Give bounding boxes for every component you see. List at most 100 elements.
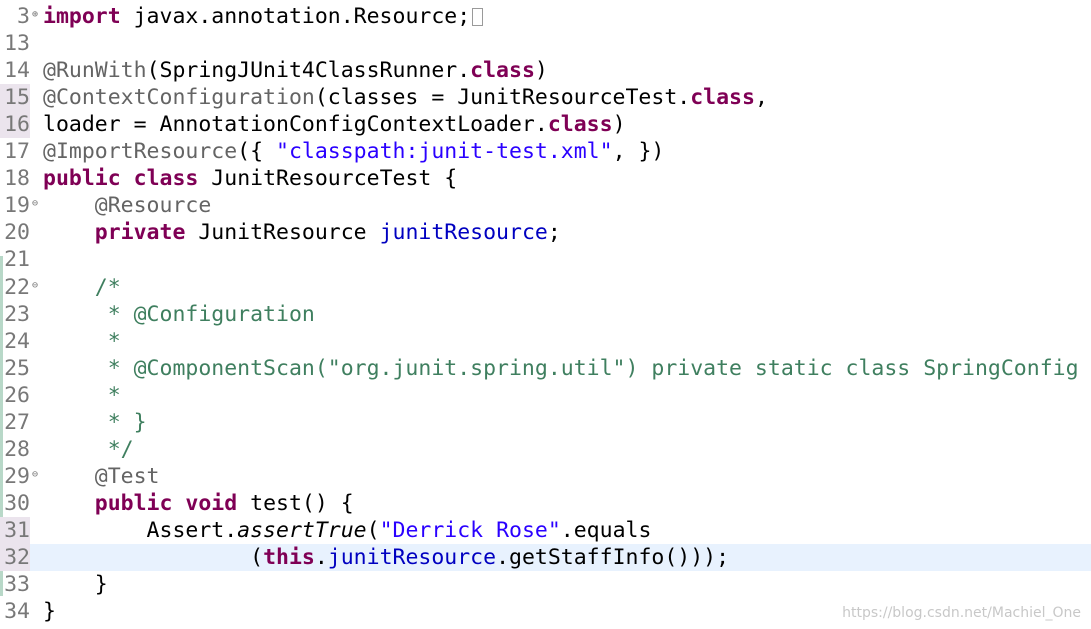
code-token: "classpath:junit-test.xml"	[276, 139, 613, 165]
code-token: assertTrue	[237, 517, 367, 543]
code-line[interactable]: 27 * }	[0, 409, 1091, 436]
code-token: (	[366, 517, 380, 543]
code-token: loader = AnnotationConfigContextLoader.	[43, 112, 548, 138]
line-number: 25	[4, 355, 30, 381]
code-token: class	[470, 58, 535, 84]
line-number: 15	[0, 84, 30, 112]
code-line[interactable]: 33 }	[0, 571, 1091, 598]
collapse-fold-icon[interactable]: ⊖	[30, 192, 40, 219]
code-text[interactable]: */	[43, 436, 134, 463]
line-number: 16	[0, 111, 30, 139]
line-number: 24	[4, 328, 30, 354]
code-token: @Test	[43, 463, 160, 489]
code-line[interactable]: 23 * @Configuration	[0, 301, 1091, 328]
code-token: void	[185, 490, 238, 516]
code-token: */	[43, 436, 134, 462]
line-number: 23	[4, 301, 30, 327]
code-text[interactable]: private JunitResource junitResource;	[43, 219, 561, 246]
line-number: 32	[0, 544, 30, 571]
code-token: @ContextConfiguration	[43, 85, 315, 111]
code-line[interactable]: 24 *	[0, 328, 1091, 355]
code-text[interactable]: @Test	[43, 463, 160, 490]
code-token: *	[43, 328, 121, 354]
line-number: 21	[4, 247, 30, 273]
code-token: * @ComponentScan("org.junit.spring.util"…	[43, 355, 1079, 381]
code-token: class	[133, 166, 199, 192]
code-token: JunitResource	[185, 220, 380, 246]
code-text[interactable]: @RunWith(SpringJUnit4ClassRunner.class)	[43, 57, 548, 84]
code-text[interactable]: * }	[43, 409, 147, 436]
code-line[interactable]: 21	[0, 246, 1091, 273]
code-text[interactable]: }	[43, 571, 108, 598]
expand-fold-icon[interactable]: ⊕	[30, 3, 40, 30]
code-token: class	[547, 112, 613, 138]
code-line[interactable]: 20 private JunitResource junitResource;	[0, 219, 1091, 246]
code-text[interactable]: Assert.assertTrue("Derrick Rose".equals	[43, 517, 652, 544]
code-line[interactable]: 3 ⊕ import javax.annotation.Resource;	[0, 3, 1091, 30]
code-token: junitResource	[379, 220, 548, 246]
code-token: private	[94, 220, 186, 246]
code-line[interactable]: 18 public class JunitResourceTest {	[0, 165, 1091, 192]
code-text[interactable]: public class JunitResourceTest {	[43, 165, 457, 192]
code-token: .getStaffInfo()));	[496, 545, 730, 570]
code-token: .equals	[560, 517, 652, 543]
collapsed-region-icon[interactable]	[472, 8, 484, 26]
code-line[interactable]: 14 @RunWith(SpringJUnit4ClassRunner.class…	[0, 57, 1091, 84]
code-token: )	[612, 112, 626, 138]
code-text[interactable]: * @ComponentScan("org.junit.spring.util"…	[43, 355, 1079, 382]
code-line[interactable]: 26 *	[0, 382, 1091, 409]
code-token: /*	[43, 274, 121, 300]
code-line[interactable]: 22 ⊖ /*	[0, 274, 1091, 301]
code-token: *	[43, 382, 121, 408]
code-text[interactable]: public void test() {	[43, 490, 354, 517]
code-line[interactable]: 25 * @ComponentScan("org.junit.spring.ut…	[0, 355, 1091, 382]
code-line[interactable]: 16 loader = AnnotationConfigContextLoader…	[0, 111, 1091, 139]
code-token: public	[94, 490, 173, 516]
code-text[interactable]: loader = AnnotationConfigContextLoader.c…	[43, 111, 626, 138]
code-token: import	[43, 4, 121, 29]
code-text[interactable]: /*	[43, 274, 121, 301]
code-line[interactable]: 15 @ContextConfiguration(classes = JunitR…	[0, 84, 1091, 112]
code-token: )	[534, 58, 548, 84]
code-token: (SpringJUnit4ClassRunner.	[146, 58, 471, 84]
collapse-fold-icon[interactable]: ⊖	[30, 463, 40, 490]
code-token: this	[263, 545, 315, 570]
code-text[interactable]: }	[43, 598, 56, 625]
code-line[interactable]: 32 (this.junitResource.getStaffInfo()));	[0, 544, 1091, 571]
code-token: ;	[547, 220, 561, 246]
code-token: }	[43, 599, 56, 625]
line-number: 14	[4, 58, 30, 84]
code-token: ,	[754, 85, 768, 111]
code-text[interactable]: *	[43, 328, 121, 355]
code-token: }	[43, 572, 108, 598]
code-line[interactable]: 30 public void test() {	[0, 490, 1091, 517]
code-token: JunitResourceTest {	[198, 166, 458, 192]
code-line[interactable]: 29 ⊖ @Test	[0, 463, 1091, 490]
line-number: 3	[17, 4, 30, 29]
code-token: * }	[43, 409, 147, 435]
code-text[interactable]: *	[43, 382, 121, 409]
code-line[interactable]: 13	[0, 30, 1091, 57]
collapse-fold-icon[interactable]: ⊖	[30, 274, 40, 301]
watermark: https://blog.csdn.net/Machiel_One	[842, 605, 1081, 621]
code-line[interactable]: 31 Assert.assertTrue("Derrick Rose".equa…	[0, 516, 1091, 544]
line-number: 13	[4, 31, 30, 57]
code-token: public	[43, 166, 121, 192]
line-number: 29	[4, 463, 30, 489]
code-token: ({	[237, 139, 277, 165]
code-token: @Resource	[43, 193, 212, 219]
code-token: javax.annotation.Resource;	[120, 4, 471, 29]
code-text[interactable]: @ContextConfiguration(classes = JunitRes…	[43, 84, 768, 111]
code-editor[interactable]: 3 ⊕ import javax.annotation.Resource; 13 14 @…	[0, 0, 1091, 629]
code-text[interactable]: import javax.annotation.Resource;	[43, 3, 484, 30]
code-text[interactable]: @Resource	[43, 192, 212, 219]
code-text[interactable]: * @Configuration	[43, 301, 315, 328]
code-text[interactable]: @ImportResource({ "classpath:junit-test.…	[43, 138, 664, 165]
code-line[interactable]: 28 */	[0, 436, 1091, 463]
code-text[interactable]: (this.junitResource.getStaffInfo()));	[43, 544, 729, 571]
code-token: test() {	[237, 490, 354, 516]
code-line[interactable]: 17 @ImportResource({ "classpath:junit-tes…	[0, 138, 1091, 165]
code-line[interactable]: 19 ⊖ @Resource	[0, 192, 1091, 219]
